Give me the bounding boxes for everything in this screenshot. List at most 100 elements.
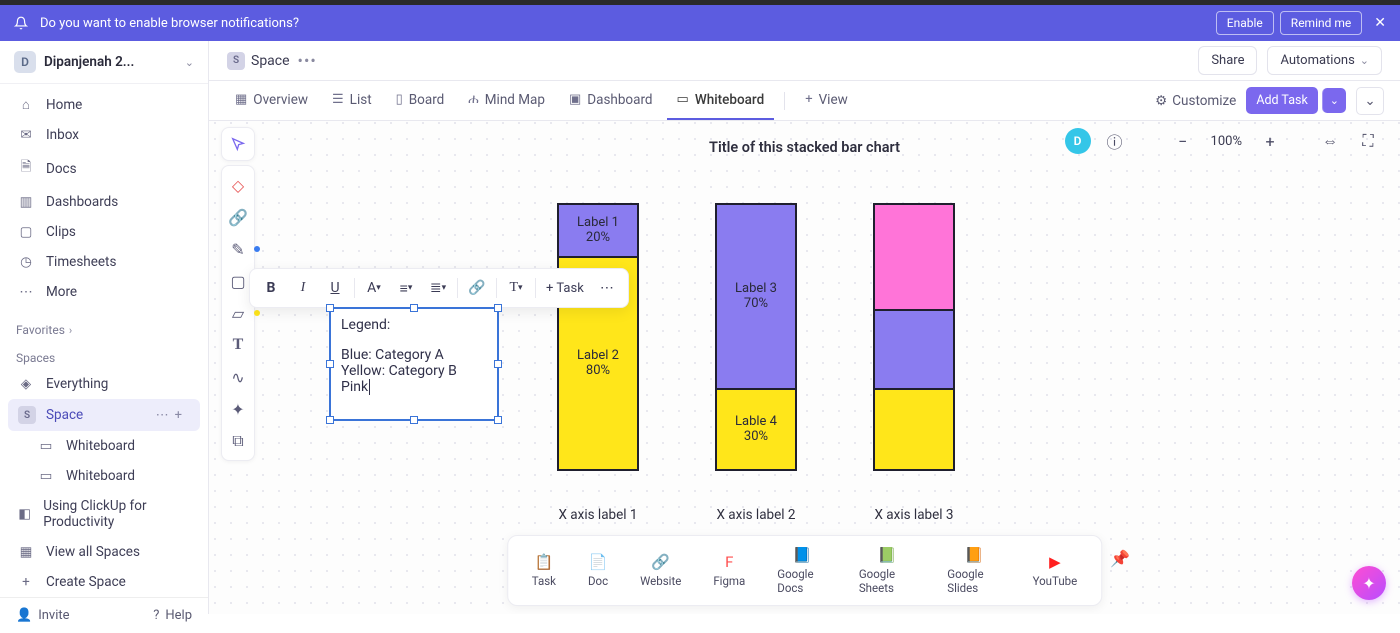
legend-text-box[interactable]: Legend: Blue: Category A Yellow: Categor… bbox=[329, 307, 499, 421]
bar-segment[interactable]: Lable 430% bbox=[717, 390, 795, 469]
tab-whiteboard[interactable]: ▭Whiteboard bbox=[667, 81, 775, 120]
x-axis-label[interactable]: X axis label 3 bbox=[874, 507, 953, 523]
tab-mindmap[interactable]: ሐMind Map bbox=[458, 81, 555, 120]
invite-link[interactable]: 👤Invite bbox=[16, 608, 70, 623]
text-style-button[interactable]: A▾ bbox=[359, 273, 389, 303]
dock-item-google-sheets[interactable]: 📗Google Sheets bbox=[845, 542, 929, 599]
add-task-button[interactable]: Add Task bbox=[1246, 87, 1317, 114]
tab-label: Overview bbox=[253, 92, 308, 108]
sidebar-item-everything[interactable]: ◈Everything bbox=[0, 369, 208, 399]
breadcrumb-space[interactable]: SSpace bbox=[227, 52, 290, 70]
sidebar-item-home[interactable]: ⌂Home bbox=[0, 90, 208, 120]
sidebar-item-whiteboard[interactable]: ▭Whiteboard bbox=[0, 431, 208, 461]
resize-handle[interactable] bbox=[494, 304, 502, 312]
more-button[interactable]: ⋯ bbox=[592, 273, 622, 303]
zoom-level[interactable]: 100% bbox=[1207, 134, 1246, 149]
image-tool[interactable]: ⧉ bbox=[224, 426, 252, 456]
enable-button[interactable]: Enable bbox=[1216, 11, 1274, 35]
tab-list[interactable]: ☰List bbox=[322, 81, 382, 120]
dock-item-youtube[interactable]: ▶YouTube bbox=[1019, 549, 1092, 592]
bold-button[interactable]: B bbox=[256, 273, 286, 303]
resize-handle[interactable] bbox=[410, 416, 418, 424]
textsize-button[interactable]: T▾ bbox=[501, 273, 531, 303]
sidebar-item-template[interactable]: ◧Using ClickUp for Productivity bbox=[0, 491, 208, 537]
sticky-tool[interactable]: ▱ bbox=[224, 298, 252, 328]
pin-icon[interactable]: 📌 bbox=[1102, 545, 1138, 572]
rectangle-tool[interactable]: ▢ bbox=[224, 266, 252, 296]
line-tool[interactable]: ∿ bbox=[224, 362, 252, 392]
chart-title[interactable]: Title of this stacked bar chart bbox=[709, 139, 900, 156]
underline-button[interactable]: U bbox=[320, 273, 350, 303]
workspace-switcher[interactable]: D Dipanjenah 2... ⌄ bbox=[0, 41, 208, 84]
whiteboard-canvas[interactable]: ◇ 🔗 ✎ ▢ ▱ T ∿ ✦ ⧉ D ⓘ − 100% + ⇔ ⛶ bbox=[209, 121, 1400, 614]
bar-segment[interactable] bbox=[875, 311, 953, 390]
sidebar-item-more[interactable]: ⋯More bbox=[0, 277, 208, 307]
dock-item-google-slides[interactable]: 📙Google Slides bbox=[933, 542, 1014, 599]
pen-tool[interactable]: ✎ bbox=[224, 234, 252, 264]
user-avatar[interactable]: D bbox=[1065, 128, 1091, 154]
ai-fab-button[interactable]: ✦ bbox=[1352, 566, 1386, 600]
resize-handle[interactable] bbox=[494, 360, 502, 368]
bar-segment[interactable] bbox=[875, 390, 953, 469]
x-axis-label[interactable]: X axis label 1 bbox=[558, 507, 637, 523]
dock-item-google-docs[interactable]: 📘Google Docs bbox=[763, 542, 841, 599]
more-icon[interactable]: ⋯ bbox=[156, 408, 169, 423]
bar-segment[interactable]: Label 120% bbox=[559, 205, 637, 258]
tab-dashboard[interactable]: ▣Dashboard bbox=[559, 81, 663, 120]
bar-column[interactable]: Label 120%Label 280%X axis label 1 bbox=[557, 203, 639, 523]
remind-me-button[interactable]: Remind me bbox=[1280, 11, 1362, 35]
resize-handle[interactable] bbox=[326, 304, 334, 312]
dock-item-figma[interactable]: FFigma bbox=[699, 549, 759, 592]
resize-handle[interactable] bbox=[326, 416, 334, 424]
dock-icon: 🔗 bbox=[651, 553, 670, 571]
favorites-section[interactable]: Favorites› bbox=[0, 313, 208, 341]
sidebar-item-dashboards[interactable]: ▥Dashboards bbox=[0, 187, 208, 217]
add-task-dropdown[interactable]: ⌄ bbox=[1322, 88, 1346, 113]
fit-width-button[interactable]: ⇔ bbox=[1316, 127, 1344, 155]
sidebar-item-create-space[interactable]: +Create Space bbox=[0, 567, 208, 597]
bar-column[interactable]: Label 370%Lable 430% X axis label 2 bbox=[715, 203, 797, 523]
automations-button[interactable]: Automations⌄ bbox=[1267, 46, 1382, 75]
add-task-inline[interactable]: +Task bbox=[540, 281, 590, 296]
sidebar-item-viewall[interactable]: ▦View all Spaces bbox=[0, 537, 208, 567]
sidebar-item-whiteboard[interactable]: ▭Whiteboard bbox=[0, 461, 208, 491]
bar-segment[interactable] bbox=[875, 205, 953, 311]
text-tool[interactable]: T bbox=[224, 330, 252, 360]
dock-item-doc[interactable]: 📄Doc bbox=[574, 549, 622, 592]
zoom-in-button[interactable]: + bbox=[1256, 127, 1284, 155]
align-button[interactable]: ≡▾ bbox=[391, 273, 421, 303]
pointer-tool[interactable] bbox=[221, 127, 255, 161]
dock-item-website[interactable]: 🔗Website bbox=[626, 549, 695, 592]
resize-handle[interactable] bbox=[494, 416, 502, 424]
bar-segment[interactable]: Label 370% bbox=[717, 205, 795, 390]
help-link[interactable]: ?Help bbox=[153, 608, 192, 623]
sidebar-item-inbox[interactable]: ✉Inbox bbox=[0, 120, 208, 150]
bar-column[interactable]: X axis label 3 bbox=[873, 203, 955, 523]
sidebar-item-docs[interactable]: 🗎Docs bbox=[0, 150, 208, 187]
italic-button[interactable]: I bbox=[288, 273, 318, 303]
zoom-out-button[interactable]: − bbox=[1169, 127, 1197, 155]
sidebar-item-space[interactable]: SSpace⋯+ bbox=[8, 399, 200, 431]
sidebar-item-clips[interactable]: ▢Clips bbox=[0, 217, 208, 247]
shapes-tool[interactable]: ◇ bbox=[224, 170, 252, 200]
x-axis-label[interactable]: X axis label 2 bbox=[716, 507, 795, 523]
resize-handle[interactable] bbox=[410, 304, 418, 312]
share-button[interactable]: Share bbox=[1198, 46, 1257, 75]
info-icon[interactable]: ⓘ bbox=[1101, 127, 1129, 155]
link-button[interactable]: 🔗 bbox=[462, 273, 492, 303]
list-button[interactable]: ≣▾ bbox=[423, 273, 453, 303]
tab-overview[interactable]: ▦Overview bbox=[225, 81, 318, 120]
sidebar-item-timesheets[interactable]: ◷Timesheets bbox=[0, 247, 208, 277]
customize-button[interactable]: ⚙Customize bbox=[1155, 93, 1236, 109]
ai-tool[interactable]: ✦ bbox=[224, 394, 252, 424]
close-icon[interactable]: ✕ bbox=[1374, 15, 1386, 31]
connector-tool[interactable]: 🔗 bbox=[224, 202, 252, 232]
fullscreen-button[interactable]: ⛶ bbox=[1354, 127, 1382, 155]
dock-item-task[interactable]: 📋Task bbox=[518, 549, 570, 592]
plus-icon[interactable]: + bbox=[175, 408, 182, 423]
tab-board[interactable]: ▯Board bbox=[386, 81, 455, 120]
breadcrumb-more[interactable]: ••• bbox=[298, 51, 317, 70]
resize-handle[interactable] bbox=[326, 360, 334, 368]
more-options-button[interactable]: ⌄ bbox=[1356, 87, 1384, 115]
tab-add-view[interactable]: +View bbox=[795, 81, 858, 120]
